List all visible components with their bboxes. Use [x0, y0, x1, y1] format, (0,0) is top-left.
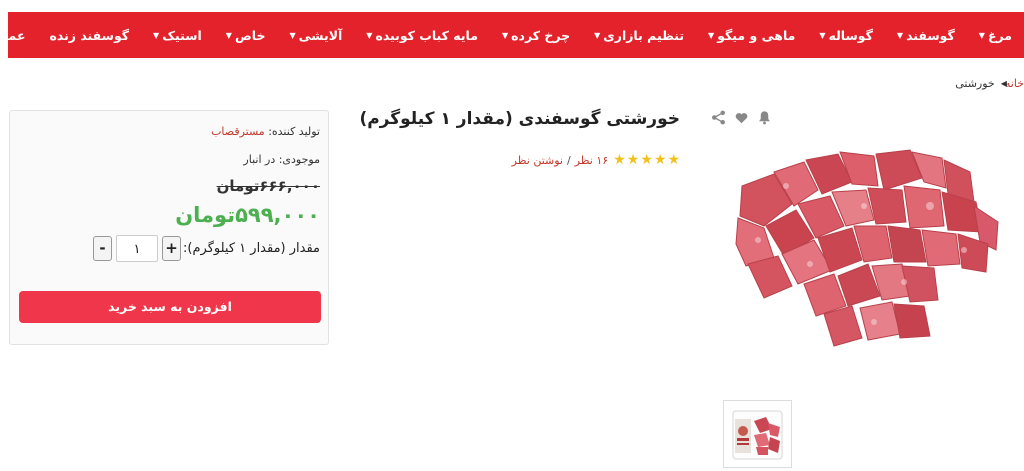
stock-value: در انبار [243, 153, 276, 166]
star-icon: ★ [613, 152, 626, 168]
quantity-input[interactable]: ۱ [116, 235, 159, 262]
product-title: خورشتی گوسفندی (مقدار ۱ کیلوگرم) [359, 109, 680, 129]
star-icon: ★ [640, 152, 653, 168]
product-thumbnail[interactable] [723, 400, 792, 468]
quantity-increase-button[interactable]: + [162, 236, 182, 261]
nav-label: گوساله [828, 27, 873, 43]
quantity-label: مقدار (مقدار ۱ کیلوگرم): [183, 241, 320, 256]
stock-label: موجودی: [278, 153, 320, 166]
star-icon: ★ [667, 152, 680, 168]
nav-item-chicken[interactable]: مرغ ▼ [967, 28, 1024, 43]
nav-label: عمده فروشی [8, 27, 26, 43]
caret-down-icon: ▼ [289, 30, 296, 40]
nav-item-special[interactable]: خاص ▼ [214, 28, 278, 43]
nav-label: گوسفند [906, 27, 955, 43]
manufacturer-row: تولید کننده: مسترقصاب [211, 125, 320, 138]
star-icon: ★ [653, 152, 667, 168]
chevron-left-icon: ◀ [1000, 79, 1007, 88]
heart-icon[interactable] [735, 112, 748, 124]
nav-item-offal[interactable]: آلایشی ▼ [277, 28, 354, 43]
product-main-image[interactable] [734, 146, 1002, 358]
nav-item-steak[interactable]: استیک ▼ [141, 28, 214, 43]
nav-label: ماهی و میگو [717, 27, 796, 43]
nav-label: چرخ کرده [511, 27, 571, 43]
caret-down-icon: ▼ [819, 30, 826, 40]
stock-row: موجودی: در انبار [243, 153, 320, 166]
caret-down-icon: ▼ [708, 30, 715, 40]
manufacturer-link[interactable]: مسترقصاب [211, 125, 265, 138]
buy-box: تولید کننده: مسترقصاب موجودی: در انبار ۶… [9, 110, 329, 345]
breadcrumb-home-link[interactable]: خانه [1005, 77, 1024, 90]
star-icon: ★ [626, 152, 640, 168]
old-price: ۶۶۶,۰۰۰تومان [216, 177, 320, 195]
manufacturer-label: تولید کننده: [268, 125, 320, 138]
nav-item-live-sheep[interactable]: گوسفند زنده [37, 28, 141, 43]
rating-row: ★ ★ ★ ★ ★ ۱۶ نظر / نوشتن نظر [512, 152, 680, 168]
nav-label: تنظیم بازاری [603, 27, 685, 43]
nav-item-sheep[interactable]: گوسفند ▼ [885, 28, 967, 43]
caret-down-icon: ▼ [502, 30, 509, 40]
nav-item-fish-shrimp[interactable]: ماهی و میگو ▼ [696, 28, 807, 43]
special-price: ۵۹۹,۰۰۰تومان [175, 203, 320, 227]
bell-icon[interactable] [757, 110, 772, 125]
rating-separator: / [566, 153, 571, 167]
reviews-count-link[interactable]: ۱۶ نظر [575, 154, 608, 167]
nav-label: مایه کباب کوبیده [375, 27, 478, 43]
caret-down-icon: ▼ [978, 30, 985, 40]
nav-label: مرغ [987, 27, 1012, 43]
quantity-decrease-button[interactable]: - [93, 236, 113, 261]
nav-label: آلایشی [298, 27, 343, 43]
nav-item-wholesale[interactable]: عمده فروشی▼ [8, 28, 37, 43]
nav-item-market-regulation[interactable]: تنظیم بازاری ▼ [582, 28, 696, 43]
main-navbar: مرغ ▼ گوسفند ▼ گوساله ▼ ماهی و میگو ▼ تنظیم … [8, 12, 1024, 58]
nav-item-minced[interactable]: چرخ کرده ▼ [490, 28, 582, 43]
share-icon[interactable] [711, 110, 726, 125]
nav-label: استیک [162, 27, 202, 43]
product-title-area: خورشتی گوسفندی (مقدار ۱ کیلوگرم) [359, 109, 680, 129]
nav-item-kebab-mix[interactable]: مایه کباب کوبیده ▼ [354, 28, 490, 43]
nav-label: خاص [234, 27, 266, 43]
product-action-icons [711, 110, 781, 125]
add-to-cart-button[interactable]: افزودن به سبد خرید [19, 291, 321, 323]
breadcrumb: خانه ◀ خورشتی [955, 77, 1024, 90]
quantity-row: مقدار (مقدار ۱ کیلوگرم): + ۱ - [93, 235, 320, 262]
nav-item-veal[interactable]: گوساله ▼ [807, 28, 885, 43]
caret-down-icon: ▼ [225, 30, 232, 40]
caret-down-icon: ▼ [896, 30, 904, 40]
breadcrumb-current[interactable]: خورشتی [955, 77, 995, 90]
write-review-link[interactable]: نوشتن نظر [512, 154, 563, 167]
caret-down-icon: ▼ [153, 30, 160, 40]
caret-down-icon: ▼ [366, 30, 373, 40]
nav-label: گوسفند زنده [49, 27, 130, 43]
caret-down-icon: ▼ [594, 30, 601, 40]
